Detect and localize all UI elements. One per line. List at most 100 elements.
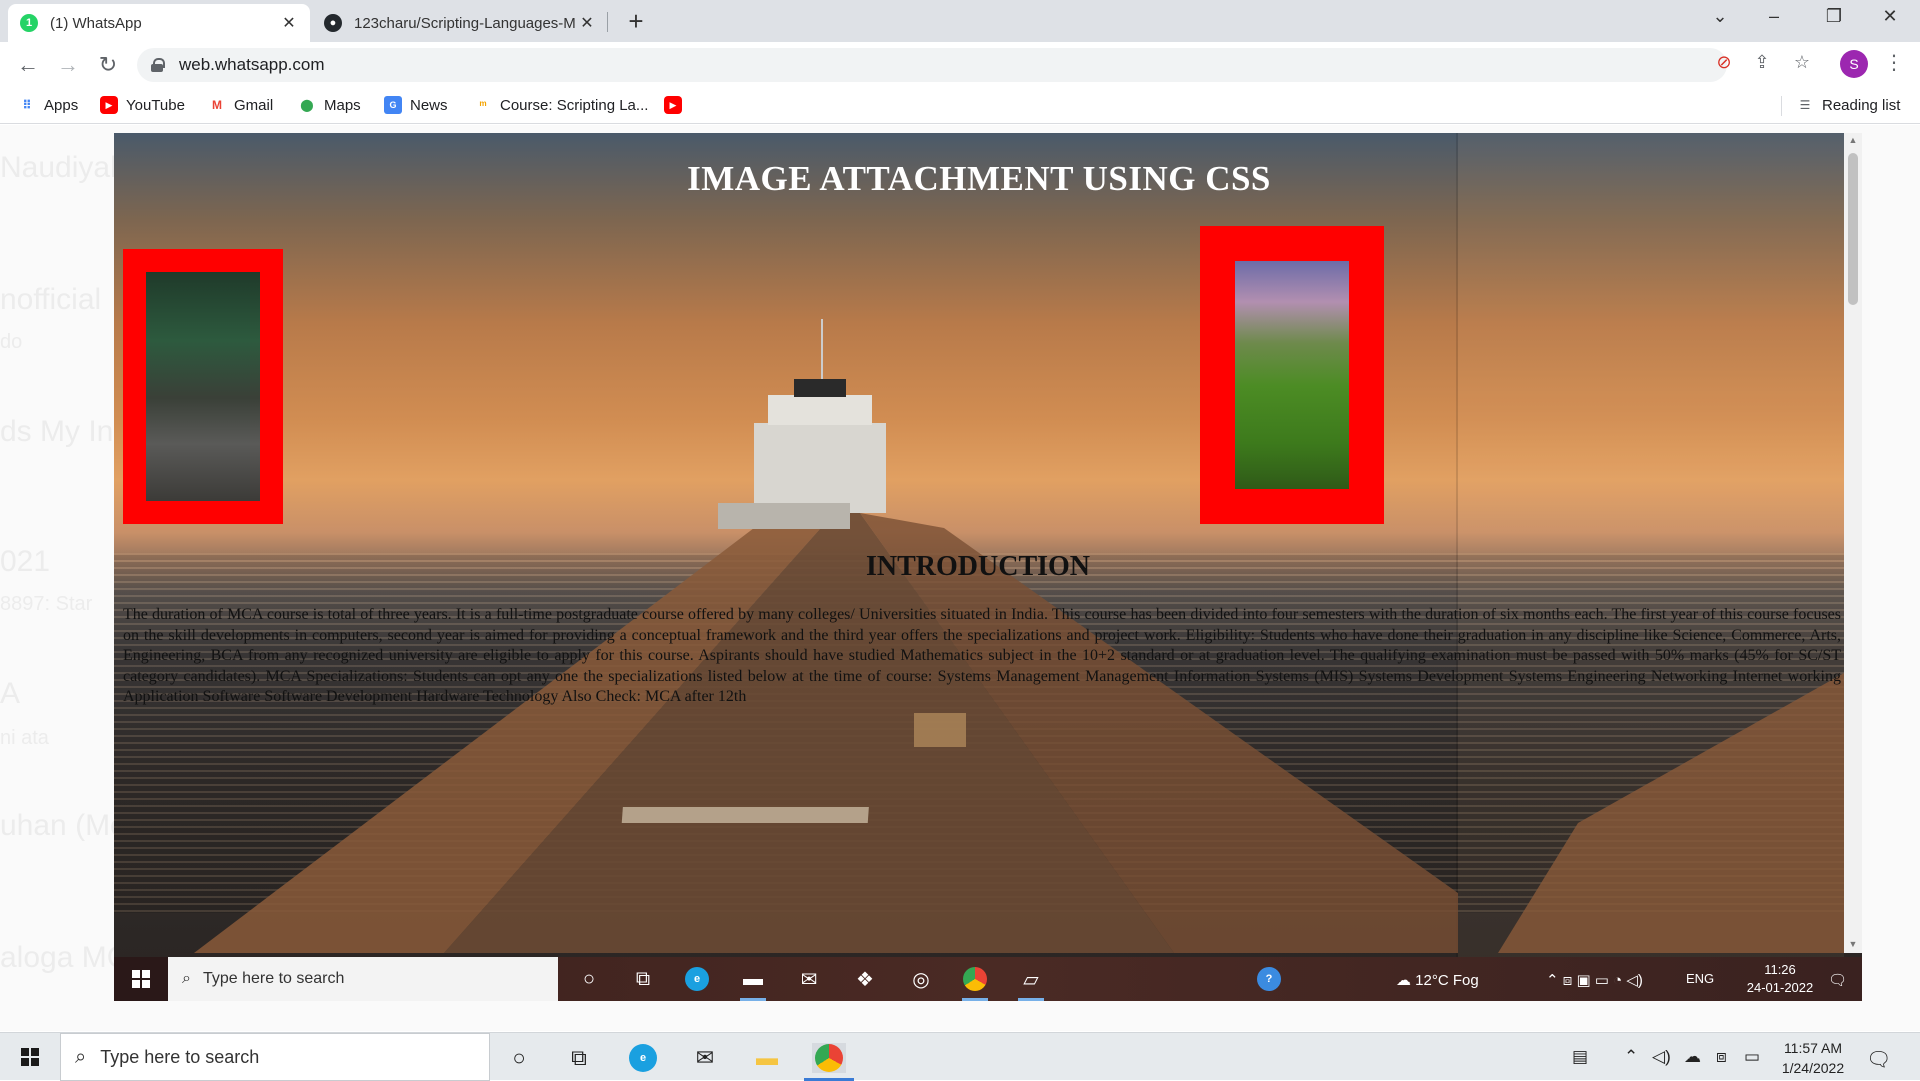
address-bar[interactable]: web.whatsapp.com: [137, 48, 1727, 82]
bookmark-news[interactable]: G News: [384, 96, 448, 114]
dropbox-icon: ❖: [856, 968, 874, 991]
tab-divider: [607, 12, 608, 32]
lock-icon: [151, 58, 165, 72]
notification-center-icon[interactable]: 🗨: [1866, 1047, 1891, 1072]
scroll-thumb[interactable]: [1848, 153, 1858, 305]
show-hidden-icons[interactable]: ⌃: [1624, 1047, 1638, 1067]
reading-list-icon: ☰: [1799, 98, 1811, 112]
bookmark-label: YouTube: [126, 96, 185, 114]
device-icon[interactable]: ⧈: [1716, 1047, 1727, 1067]
tab-whatsapp[interactable]: 1 (1) WhatsApp ✕: [8, 4, 310, 42]
scroll-down-icon[interactable]: ▼: [1844, 939, 1862, 949]
notifications-blocked-icon[interactable]: ⊘: [1712, 52, 1736, 73]
bookmark-apps[interactable]: ⠿ Apps: [18, 96, 78, 114]
captured-notification-icon: 🗨: [1828, 972, 1848, 989]
scroll-up-icon[interactable]: ▲: [1844, 135, 1862, 145]
github-icon: ●: [324, 14, 342, 32]
captured-language: ENG: [1686, 971, 1715, 986]
bookmark-label: Course: Scripting La...: [500, 96, 649, 114]
menu-icon[interactable]: ⋮: [1884, 50, 1904, 75]
tab-github[interactable]: ● 123charu/Scripting-Languages-M ✕: [312, 4, 608, 42]
news-widget-icon[interactable]: ▤: [1572, 1047, 1588, 1067]
ghost-chat-preview: 8897: Star: [0, 593, 93, 615]
browser-toolbar: ← → ↻ web.whatsapp.com ⊘ ⇪ ☆ S ⋮: [0, 42, 1920, 88]
maps-icon: ⬤: [300, 98, 314, 112]
bookmark-maps[interactable]: ⬤ Maps: [298, 96, 361, 114]
youtube-icon: ▶: [100, 96, 118, 114]
whatsapp-icon: 1: [20, 14, 38, 32]
bookmark-course[interactable]: ᵐ Course: Scripting La...: [474, 96, 649, 114]
pier-illustration-repeat: [1498, 673, 1844, 953]
profile-avatar[interactable]: S: [1840, 50, 1868, 78]
taskbar-search-box[interactable]: ⌕ Type here to search: [60, 1033, 490, 1081]
tab-search-icon[interactable]: ⌄: [1700, 6, 1740, 27]
taskbar-clock[interactable]: 11:57 AM 1/24/2022: [1768, 1038, 1858, 1078]
app-icon: ◎: [912, 968, 930, 991]
bookmark-divider: [1781, 96, 1782, 116]
new-tab-button[interactable]: +: [622, 6, 650, 37]
close-tab-icon[interactable]: ✕: [280, 13, 298, 33]
bookmark-label: Maps: [324, 96, 361, 114]
gmail-icon: M: [212, 98, 222, 112]
apps-grid-icon: ⠿: [22, 98, 32, 112]
reload-button[interactable]: ↻: [94, 52, 122, 78]
tab-strip: 1 (1) WhatsApp ✕ ● 123charu/Scripting-La…: [0, 0, 1920, 42]
edge-button[interactable]: e: [626, 1043, 660, 1073]
close-tab-icon[interactable]: ✕: [578, 13, 596, 33]
captured-start-icon: [114, 957, 168, 1001]
captured-time: 11:26: [1764, 962, 1796, 977]
bookmark-label: News: [410, 96, 448, 114]
bookmark-gmail[interactable]: M Gmail: [208, 96, 273, 114]
bookmark-label: Apps: [44, 96, 79, 114]
image-frame-right: [1200, 226, 1384, 524]
cloud-icon: ☁: [1396, 972, 1411, 989]
image-preview[interactable]: IMAGE ATTACHMENT USING CSS INTRODUCTION …: [114, 133, 1862, 1001]
ghost-chat-name: 021: [0, 545, 51, 578]
onedrive-icon[interactable]: ☁: [1684, 1047, 1701, 1067]
chrome-icon: [960, 965, 990, 1001]
bookmark-youtube-2[interactable]: ▶: [664, 96, 690, 114]
weather-widget: ☁ 12°C Fog: [1396, 971, 1479, 989]
ghost-chat-name: ds My In: [0, 415, 114, 448]
forward-button[interactable]: →: [54, 52, 82, 78]
bookmarks-bar: ⠿ Apps ▶ YouTube M Gmail ⬤ Maps G News ᵐ…: [0, 88, 1920, 124]
chrome-button[interactable]: [804, 1043, 854, 1081]
start-button[interactable]: [0, 1033, 60, 1081]
mail-button[interactable]: ✉: [688, 1043, 722, 1073]
tray-icons: ⌃ ⧈ ▣ ▭ ◔ ◁): [1546, 972, 1643, 989]
ghost-chat-preview: ni ata: [0, 727, 49, 749]
section-heading: INTRODUCTION: [866, 551, 1091, 582]
windows-icon: [21, 1048, 39, 1066]
clock-date: 1/24/2022: [1781, 1060, 1845, 1076]
ghost-chat-name: nofficial: [0, 283, 102, 316]
mail-icon: ✉: [800, 968, 818, 991]
search-placeholder: Type here to search: [100, 1046, 260, 1067]
cortana-button[interactable]: ○: [502, 1043, 536, 1073]
minimize-button[interactable]: –: [1754, 6, 1794, 27]
tab-title: (1) WhatsApp: [50, 14, 142, 32]
bookmark-star-icon[interactable]: ☆: [1790, 52, 1814, 73]
edge-icon: e: [682, 965, 712, 993]
search-icon: ⌕: [182, 970, 191, 987]
window-close-button[interactable]: ✕: [1870, 6, 1910, 27]
reading-list-button[interactable]: ☰ Reading list: [1796, 96, 1901, 114]
image-frame-left: [123, 249, 283, 524]
search-icon: ⌕: [75, 1045, 87, 1068]
file-explorer-button[interactable]: ▬: [750, 1043, 784, 1073]
course-icon: ᵐ: [479, 98, 487, 112]
reading-list-label: Reading list: [1822, 96, 1901, 114]
page-scrollbar[interactable]: ▲ ▼: [1844, 133, 1862, 953]
notepad-icon: ▱: [1016, 965, 1046, 1001]
restore-button[interactable]: ❐: [1814, 6, 1854, 27]
task-view-button[interactable]: ⧉: [562, 1043, 596, 1073]
share-icon[interactable]: ⇪: [1750, 52, 1774, 73]
back-button[interactable]: ←: [14, 52, 42, 78]
bookmark-label: Gmail: [234, 96, 274, 114]
volume-icon[interactable]: ◁): [1652, 1047, 1671, 1067]
bookmark-youtube[interactable]: ▶ YouTube: [100, 96, 185, 114]
captured-date: 24-01-2022: [1746, 980, 1814, 995]
ghost-chat-name: aloga MC: [0, 941, 129, 974]
news-icon: G: [384, 96, 402, 114]
captured-search-placeholder: Type here to search: [202, 970, 345, 987]
battery-icon[interactable]: ▭: [1744, 1047, 1760, 1067]
